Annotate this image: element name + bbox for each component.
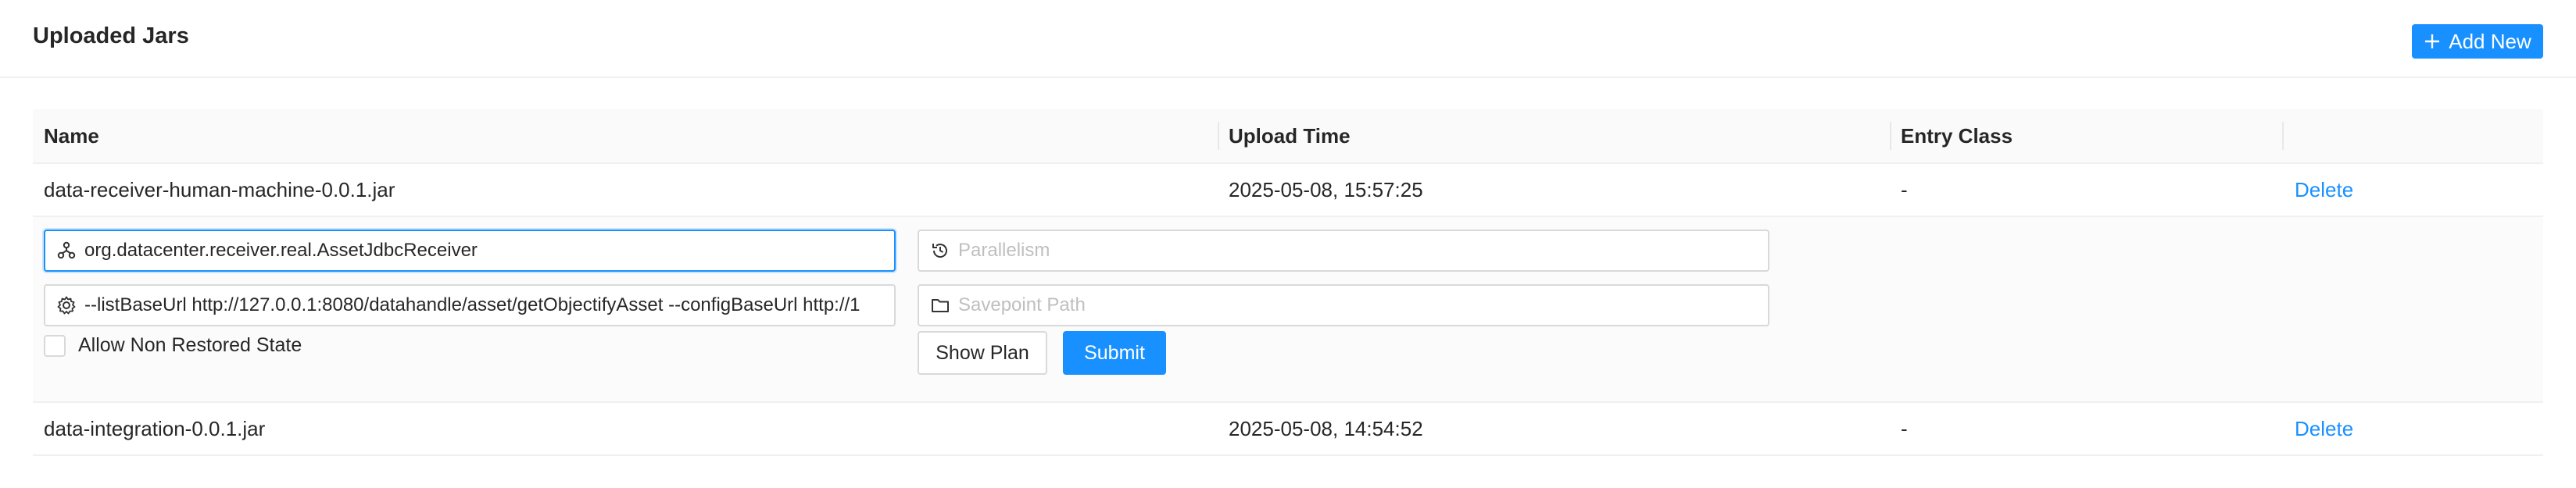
column-divider (1890, 122, 1891, 150)
allow-non-restored-option[interactable]: Allow Non Restored State (44, 334, 302, 357)
parallelism-placeholder: Parallelism (958, 240, 1050, 261)
entry-class-value: org.datacenter.receiver.real.AssetJdbcRe… (84, 240, 478, 261)
page-header: Uploaded Jars Add New (0, 0, 2576, 78)
allow-non-restored-checkbox[interactable] (44, 334, 66, 357)
entry-class-input[interactable]: org.datacenter.receiver.real.AssetJdbcRe… (44, 230, 896, 272)
show-plan-button[interactable]: Show Plan (918, 331, 1047, 375)
cluster-icon (57, 241, 76, 259)
column-divider (1218, 122, 1219, 150)
add-new-button[interactable]: Add New (2412, 24, 2543, 59)
jars-table: Name Upload Time Entry Class data-receiv… (33, 109, 2543, 456)
gear-icon (57, 296, 76, 315)
program-args-input[interactable]: --listBaseUrl http://127.0.0.1:8080/data… (44, 284, 896, 326)
entry-class: - (1901, 178, 1908, 201)
jar-name: data-integration-0.0.1.jar (44, 417, 266, 440)
delete-link[interactable]: Delete (2295, 164, 2353, 216)
folder-icon (932, 299, 949, 312)
program-args-value: --listBaseUrl http://127.0.0.1:8080/data… (84, 294, 860, 315)
add-new-label: Add New (2449, 29, 2531, 53)
column-divider (2282, 122, 2284, 150)
parallelism-input[interactable]: Parallelism (918, 230, 1769, 272)
upload-time: 2025-05-08, 15:57:25 (1229, 178, 1423, 201)
column-upload-time: Upload Time (1229, 124, 1351, 148)
entry-class: - (1901, 417, 1908, 440)
plus-icon (2425, 34, 2440, 48)
savepoint-placeholder: Savepoint Path (958, 294, 1086, 315)
delete-link[interactable]: Delete (2295, 403, 2353, 454)
history-icon (932, 244, 947, 258)
table-header: Name Upload Time Entry Class (33, 109, 2543, 164)
table-row[interactable]: data-integration-0.0.1.jar 2025-05-08, 1… (33, 403, 2543, 456)
submit-job-form: org.datacenter.receiver.real.AssetJdbcRe… (33, 217, 2543, 403)
column-name: Name (44, 124, 99, 148)
upload-time: 2025-05-08, 14:54:52 (1229, 417, 1423, 440)
column-entry-class: Entry Class (1901, 124, 2013, 148)
submit-button[interactable]: Submit (1063, 331, 1166, 375)
allow-non-restored-label: Allow Non Restored State (78, 334, 302, 356)
savepoint-path-input[interactable]: Savepoint Path (918, 284, 1769, 326)
page-title: Uploaded Jars (33, 23, 189, 48)
jar-name: data-receiver-human-machine-0.0.1.jar (44, 178, 395, 201)
table-row[interactable]: data-receiver-human-machine-0.0.1.jar 20… (33, 164, 2543, 217)
